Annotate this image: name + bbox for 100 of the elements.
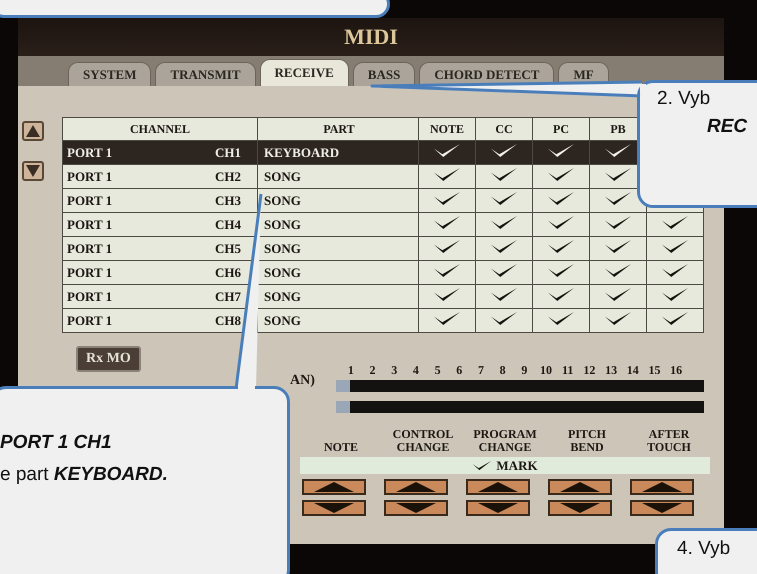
check-mark-icon[interactable] [604, 143, 632, 158]
increase-button[interactable] [466, 479, 530, 495]
check-mark-icon[interactable] [433, 239, 461, 254]
tab[interactable]: TRANSMIT [155, 62, 256, 86]
check-mark-icon[interactable] [547, 263, 575, 278]
port-cell: PORT 1 [62, 188, 183, 212]
rx-mode-button[interactable]: Rx MO [76, 346, 141, 372]
check-mark-icon[interactable] [433, 263, 461, 278]
callout-text: e part KEYBOARD. [0, 464, 168, 486]
check-mark-icon[interactable] [547, 191, 575, 206]
mark-legend: MARK [496, 458, 538, 474]
channel-number: 16 [669, 363, 684, 378]
up-arrow-icon [478, 482, 518, 492]
port-cell: PORT 1 [62, 164, 183, 188]
check-mark-icon[interactable] [490, 143, 518, 158]
part-cell: SONG [258, 164, 418, 188]
check-mark-icon[interactable] [661, 287, 689, 302]
port-cell: PORT 1 [62, 212, 183, 236]
message-type-label: NOTE [322, 439, 359, 454]
check-mark-icon[interactable] [661, 239, 689, 254]
check-mark-icon[interactable] [604, 287, 632, 302]
check-mark-icon[interactable] [433, 143, 461, 158]
check-mark-icon[interactable] [661, 311, 689, 326]
check-mark-icon[interactable] [547, 143, 575, 158]
check-mark-icon[interactable] [604, 311, 632, 326]
down-arrow-icon [478, 503, 518, 513]
scroll-down-button[interactable] [22, 161, 44, 181]
callout-text: REC [707, 116, 748, 138]
decrease-button[interactable] [630, 500, 694, 516]
scroll-up-button[interactable] [22, 121, 44, 141]
check-mark-icon[interactable] [433, 287, 461, 302]
check-mark-icon[interactable] [490, 239, 518, 254]
message-type-label: PROGRAM CHANGE [472, 426, 538, 454]
check-mark-icon[interactable] [661, 263, 689, 278]
channel-number: 2 [368, 363, 377, 378]
increase-button[interactable] [630, 479, 694, 495]
check-mark-icon[interactable] [547, 239, 575, 254]
check-mark-icon[interactable] [490, 263, 518, 278]
check-mark-icon[interactable] [490, 191, 518, 206]
check-mark-icon[interactable] [433, 215, 461, 230]
down-arrow-icon [314, 503, 354, 513]
check-mark-icon[interactable] [604, 263, 632, 278]
check-mark-icon[interactable] [547, 215, 575, 230]
part-cell: KEYBOARD [258, 140, 418, 164]
table-row[interactable]: PORT 1 CH5 SONG [62, 236, 704, 260]
channel-cell: CH2 [183, 164, 258, 188]
check-mark-icon[interactable] [661, 215, 689, 230]
tab[interactable]: BASS [352, 62, 416, 86]
check-mark-icon[interactable] [604, 239, 632, 254]
check-mark-icon[interactable] [433, 167, 461, 182]
meter-label: AN) [290, 373, 315, 389]
channel-cell: CH3 [183, 188, 258, 212]
channel-cell: CH1 [183, 140, 258, 164]
check-mark-icon[interactable] [604, 215, 632, 230]
channel-number: 4 [412, 363, 420, 378]
channel-number: 9 [520, 363, 528, 378]
increase-button[interactable] [302, 479, 366, 495]
check-mark-icon[interactable] [604, 167, 632, 182]
check-mark-icon[interactable] [490, 287, 518, 302]
decrease-button[interactable] [302, 500, 366, 516]
up-arrow-icon [314, 482, 354, 492]
column-header: PART [258, 118, 418, 140]
check-mark-icon[interactable] [604, 191, 632, 206]
decrease-button[interactable] [466, 500, 530, 516]
check-mark-icon[interactable] [547, 287, 575, 302]
part-cell: SONG [258, 188, 418, 212]
channel-number: 6 [455, 363, 464, 378]
check-mark-icon[interactable] [547, 167, 575, 182]
channel-number: 13 [604, 363, 618, 378]
check-mark-icon[interactable] [490, 167, 518, 182]
check-mark-icon[interactable] [433, 191, 461, 206]
decrease-button[interactable] [384, 500, 448, 516]
check-mark-icon[interactable] [490, 215, 518, 230]
tab[interactable]: RECEIVE [260, 59, 349, 86]
channel-number: 15 [647, 363, 662, 378]
check-mark-icon[interactable] [433, 311, 461, 326]
channel-number: 10 [539, 363, 554, 378]
channel-number: 12 [582, 363, 596, 378]
callout-text: 2. Vyb [657, 88, 710, 110]
up-arrow-icon [642, 482, 682, 492]
down-arrow-icon [560, 503, 600, 513]
check-mark-icon[interactable] [547, 311, 575, 326]
port-cell: PORT 1 [62, 140, 183, 164]
decrease-button[interactable] [548, 500, 612, 516]
increase-button[interactable] [384, 479, 448, 495]
tab[interactable]: SYSTEM [68, 62, 152, 86]
port-cell: PORT 1 [62, 260, 183, 284]
port-cell: PORT 1 [62, 236, 183, 260]
channel-number: 1 [346, 363, 355, 378]
channel-number: 8 [498, 363, 507, 378]
table-row[interactable]: PORT 1 CH4 SONG [62, 212, 704, 236]
increase-button[interactable] [548, 479, 612, 495]
check-mark-icon[interactable] [490, 311, 518, 326]
message-type-label: AFTER TOUCH [646, 426, 692, 454]
channel-number: 7 [476, 363, 485, 378]
check-mark-icon [472, 460, 492, 471]
column-header: CHANNEL [62, 118, 258, 140]
up-arrow-icon [560, 482, 600, 492]
message-type-label: PITCH BEND [566, 426, 607, 454]
port-cell: PORT 1 [62, 284, 183, 308]
